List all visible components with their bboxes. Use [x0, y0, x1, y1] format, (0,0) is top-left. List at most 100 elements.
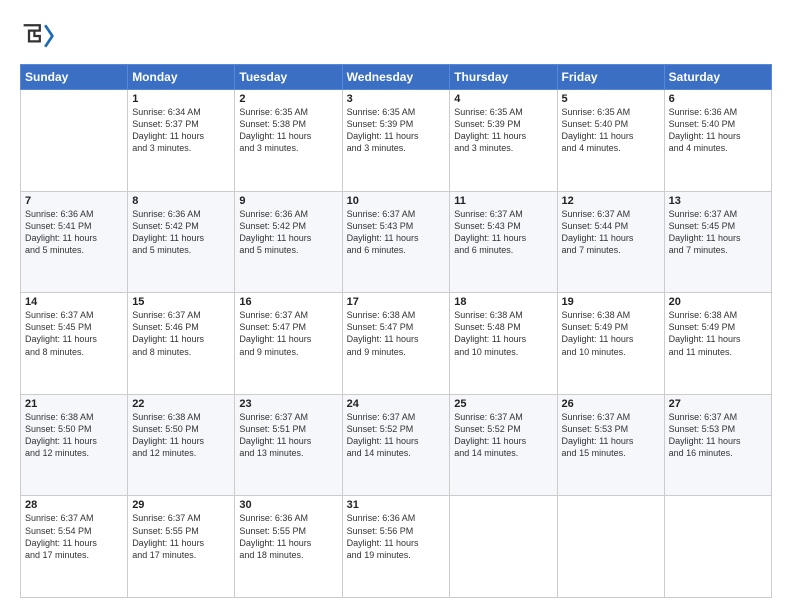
calendar-cell — [450, 496, 557, 598]
day-info: Sunrise: 6:38 AM Sunset: 5:50 PM Dayligh… — [25, 411, 123, 460]
day-info: Sunrise: 6:36 AM Sunset: 5:42 PM Dayligh… — [132, 208, 230, 257]
day-number: 3 — [347, 93, 446, 105]
calendar-cell: 2Sunrise: 6:35 AM Sunset: 5:38 PM Daylig… — [235, 90, 342, 192]
calendar-cell: 30Sunrise: 6:36 AM Sunset: 5:55 PM Dayli… — [235, 496, 342, 598]
day-number: 4 — [454, 93, 552, 105]
calendar-cell: 10Sunrise: 6:37 AM Sunset: 5:43 PM Dayli… — [342, 191, 450, 293]
day-info: Sunrise: 6:36 AM Sunset: 5:55 PM Dayligh… — [239, 512, 337, 561]
weekday-header-saturday: Saturday — [664, 65, 771, 90]
day-number: 10 — [347, 195, 446, 207]
day-number: 18 — [454, 296, 552, 308]
calendar-week-1: 1Sunrise: 6:34 AM Sunset: 5:37 PM Daylig… — [21, 90, 772, 192]
day-number: 13 — [669, 195, 767, 207]
day-info: Sunrise: 6:37 AM Sunset: 5:46 PM Dayligh… — [132, 309, 230, 358]
day-number: 5 — [562, 93, 660, 105]
calendar-cell: 25Sunrise: 6:37 AM Sunset: 5:52 PM Dayli… — [450, 394, 557, 496]
day-number: 27 — [669, 398, 767, 410]
day-number: 15 — [132, 296, 230, 308]
day-number: 22 — [132, 398, 230, 410]
calendar-table: SundayMondayTuesdayWednesdayThursdayFrid… — [20, 64, 772, 598]
calendar-cell: 12Sunrise: 6:37 AM Sunset: 5:44 PM Dayli… — [557, 191, 664, 293]
day-info: Sunrise: 6:37 AM Sunset: 5:54 PM Dayligh… — [25, 512, 123, 561]
calendar-cell: 9Sunrise: 6:36 AM Sunset: 5:42 PM Daylig… — [235, 191, 342, 293]
calendar-cell: 14Sunrise: 6:37 AM Sunset: 5:45 PM Dayli… — [21, 293, 128, 395]
day-info: Sunrise: 6:37 AM Sunset: 5:52 PM Dayligh… — [347, 411, 446, 460]
header — [20, 18, 772, 54]
calendar-cell: 4Sunrise: 6:35 AM Sunset: 5:39 PM Daylig… — [450, 90, 557, 192]
calendar-cell: 23Sunrise: 6:37 AM Sunset: 5:51 PM Dayli… — [235, 394, 342, 496]
day-info: Sunrise: 6:37 AM Sunset: 5:53 PM Dayligh… — [669, 411, 767, 460]
calendar-cell: 3Sunrise: 6:35 AM Sunset: 5:39 PM Daylig… — [342, 90, 450, 192]
calendar-cell: 7Sunrise: 6:36 AM Sunset: 5:41 PM Daylig… — [21, 191, 128, 293]
day-number: 1 — [132, 93, 230, 105]
calendar-cell: 29Sunrise: 6:37 AM Sunset: 5:55 PM Dayli… — [128, 496, 235, 598]
calendar-week-4: 21Sunrise: 6:38 AM Sunset: 5:50 PM Dayli… — [21, 394, 772, 496]
weekday-row: SundayMondayTuesdayWednesdayThursdayFrid… — [21, 65, 772, 90]
day-number: 20 — [669, 296, 767, 308]
calendar-cell: 31Sunrise: 6:36 AM Sunset: 5:56 PM Dayli… — [342, 496, 450, 598]
day-number: 14 — [25, 296, 123, 308]
day-number: 31 — [347, 499, 446, 511]
day-number: 30 — [239, 499, 337, 511]
day-number: 9 — [239, 195, 337, 207]
day-number: 19 — [562, 296, 660, 308]
day-info: Sunrise: 6:36 AM Sunset: 5:41 PM Dayligh… — [25, 208, 123, 257]
day-info: Sunrise: 6:38 AM Sunset: 5:50 PM Dayligh… — [132, 411, 230, 460]
day-info: Sunrise: 6:36 AM Sunset: 5:56 PM Dayligh… — [347, 512, 446, 561]
day-number: 6 — [669, 93, 767, 105]
logo-icon — [20, 18, 56, 54]
calendar-cell: 22Sunrise: 6:38 AM Sunset: 5:50 PM Dayli… — [128, 394, 235, 496]
day-info: Sunrise: 6:37 AM Sunset: 5:53 PM Dayligh… — [562, 411, 660, 460]
day-info: Sunrise: 6:37 AM Sunset: 5:43 PM Dayligh… — [347, 208, 446, 257]
day-info: Sunrise: 6:38 AM Sunset: 5:47 PM Dayligh… — [347, 309, 446, 358]
calendar-cell: 26Sunrise: 6:37 AM Sunset: 5:53 PM Dayli… — [557, 394, 664, 496]
day-info: Sunrise: 6:35 AM Sunset: 5:39 PM Dayligh… — [454, 106, 552, 155]
day-number: 26 — [562, 398, 660, 410]
calendar-cell — [664, 496, 771, 598]
weekday-header-wednesday: Wednesday — [342, 65, 450, 90]
day-number: 16 — [239, 296, 337, 308]
day-number: 2 — [239, 93, 337, 105]
day-info: Sunrise: 6:37 AM Sunset: 5:45 PM Dayligh… — [669, 208, 767, 257]
day-info: Sunrise: 6:38 AM Sunset: 5:49 PM Dayligh… — [669, 309, 767, 358]
day-number: 17 — [347, 296, 446, 308]
calendar-cell: 1Sunrise: 6:34 AM Sunset: 5:37 PM Daylig… — [128, 90, 235, 192]
calendar-cell: 19Sunrise: 6:38 AM Sunset: 5:49 PM Dayli… — [557, 293, 664, 395]
day-number: 25 — [454, 398, 552, 410]
calendar-week-2: 7Sunrise: 6:36 AM Sunset: 5:41 PM Daylig… — [21, 191, 772, 293]
page: SundayMondayTuesdayWednesdayThursdayFrid… — [0, 0, 792, 612]
weekday-header-friday: Friday — [557, 65, 664, 90]
weekday-header-monday: Monday — [128, 65, 235, 90]
day-number: 21 — [25, 398, 123, 410]
calendar-cell — [21, 90, 128, 192]
day-info: Sunrise: 6:34 AM Sunset: 5:37 PM Dayligh… — [132, 106, 230, 155]
day-info: Sunrise: 6:36 AM Sunset: 5:40 PM Dayligh… — [669, 106, 767, 155]
day-number: 12 — [562, 195, 660, 207]
calendar-cell: 21Sunrise: 6:38 AM Sunset: 5:50 PM Dayli… — [21, 394, 128, 496]
weekday-header-sunday: Sunday — [21, 65, 128, 90]
weekday-header-thursday: Thursday — [450, 65, 557, 90]
day-info: Sunrise: 6:37 AM Sunset: 5:44 PM Dayligh… — [562, 208, 660, 257]
calendar-cell: 8Sunrise: 6:36 AM Sunset: 5:42 PM Daylig… — [128, 191, 235, 293]
calendar-cell: 11Sunrise: 6:37 AM Sunset: 5:43 PM Dayli… — [450, 191, 557, 293]
calendar-cell: 27Sunrise: 6:37 AM Sunset: 5:53 PM Dayli… — [664, 394, 771, 496]
calendar-cell: 6Sunrise: 6:36 AM Sunset: 5:40 PM Daylig… — [664, 90, 771, 192]
day-number: 28 — [25, 499, 123, 511]
day-info: Sunrise: 6:35 AM Sunset: 5:38 PM Dayligh… — [239, 106, 337, 155]
calendar-body: 1Sunrise: 6:34 AM Sunset: 5:37 PM Daylig… — [21, 90, 772, 598]
day-info: Sunrise: 6:35 AM Sunset: 5:40 PM Dayligh… — [562, 106, 660, 155]
day-number: 8 — [132, 195, 230, 207]
day-number: 24 — [347, 398, 446, 410]
calendar-cell: 18Sunrise: 6:38 AM Sunset: 5:48 PM Dayli… — [450, 293, 557, 395]
day-info: Sunrise: 6:37 AM Sunset: 5:52 PM Dayligh… — [454, 411, 552, 460]
day-number: 7 — [25, 195, 123, 207]
calendar-cell: 13Sunrise: 6:37 AM Sunset: 5:45 PM Dayli… — [664, 191, 771, 293]
calendar-cell: 15Sunrise: 6:37 AM Sunset: 5:46 PM Dayli… — [128, 293, 235, 395]
calendar-cell: 20Sunrise: 6:38 AM Sunset: 5:49 PM Dayli… — [664, 293, 771, 395]
calendar-cell: 17Sunrise: 6:38 AM Sunset: 5:47 PM Dayli… — [342, 293, 450, 395]
day-info: Sunrise: 6:37 AM Sunset: 5:45 PM Dayligh… — [25, 309, 123, 358]
calendar-cell — [557, 496, 664, 598]
calendar-cell: 5Sunrise: 6:35 AM Sunset: 5:40 PM Daylig… — [557, 90, 664, 192]
calendar-cell: 28Sunrise: 6:37 AM Sunset: 5:54 PM Dayli… — [21, 496, 128, 598]
logo — [20, 18, 60, 54]
